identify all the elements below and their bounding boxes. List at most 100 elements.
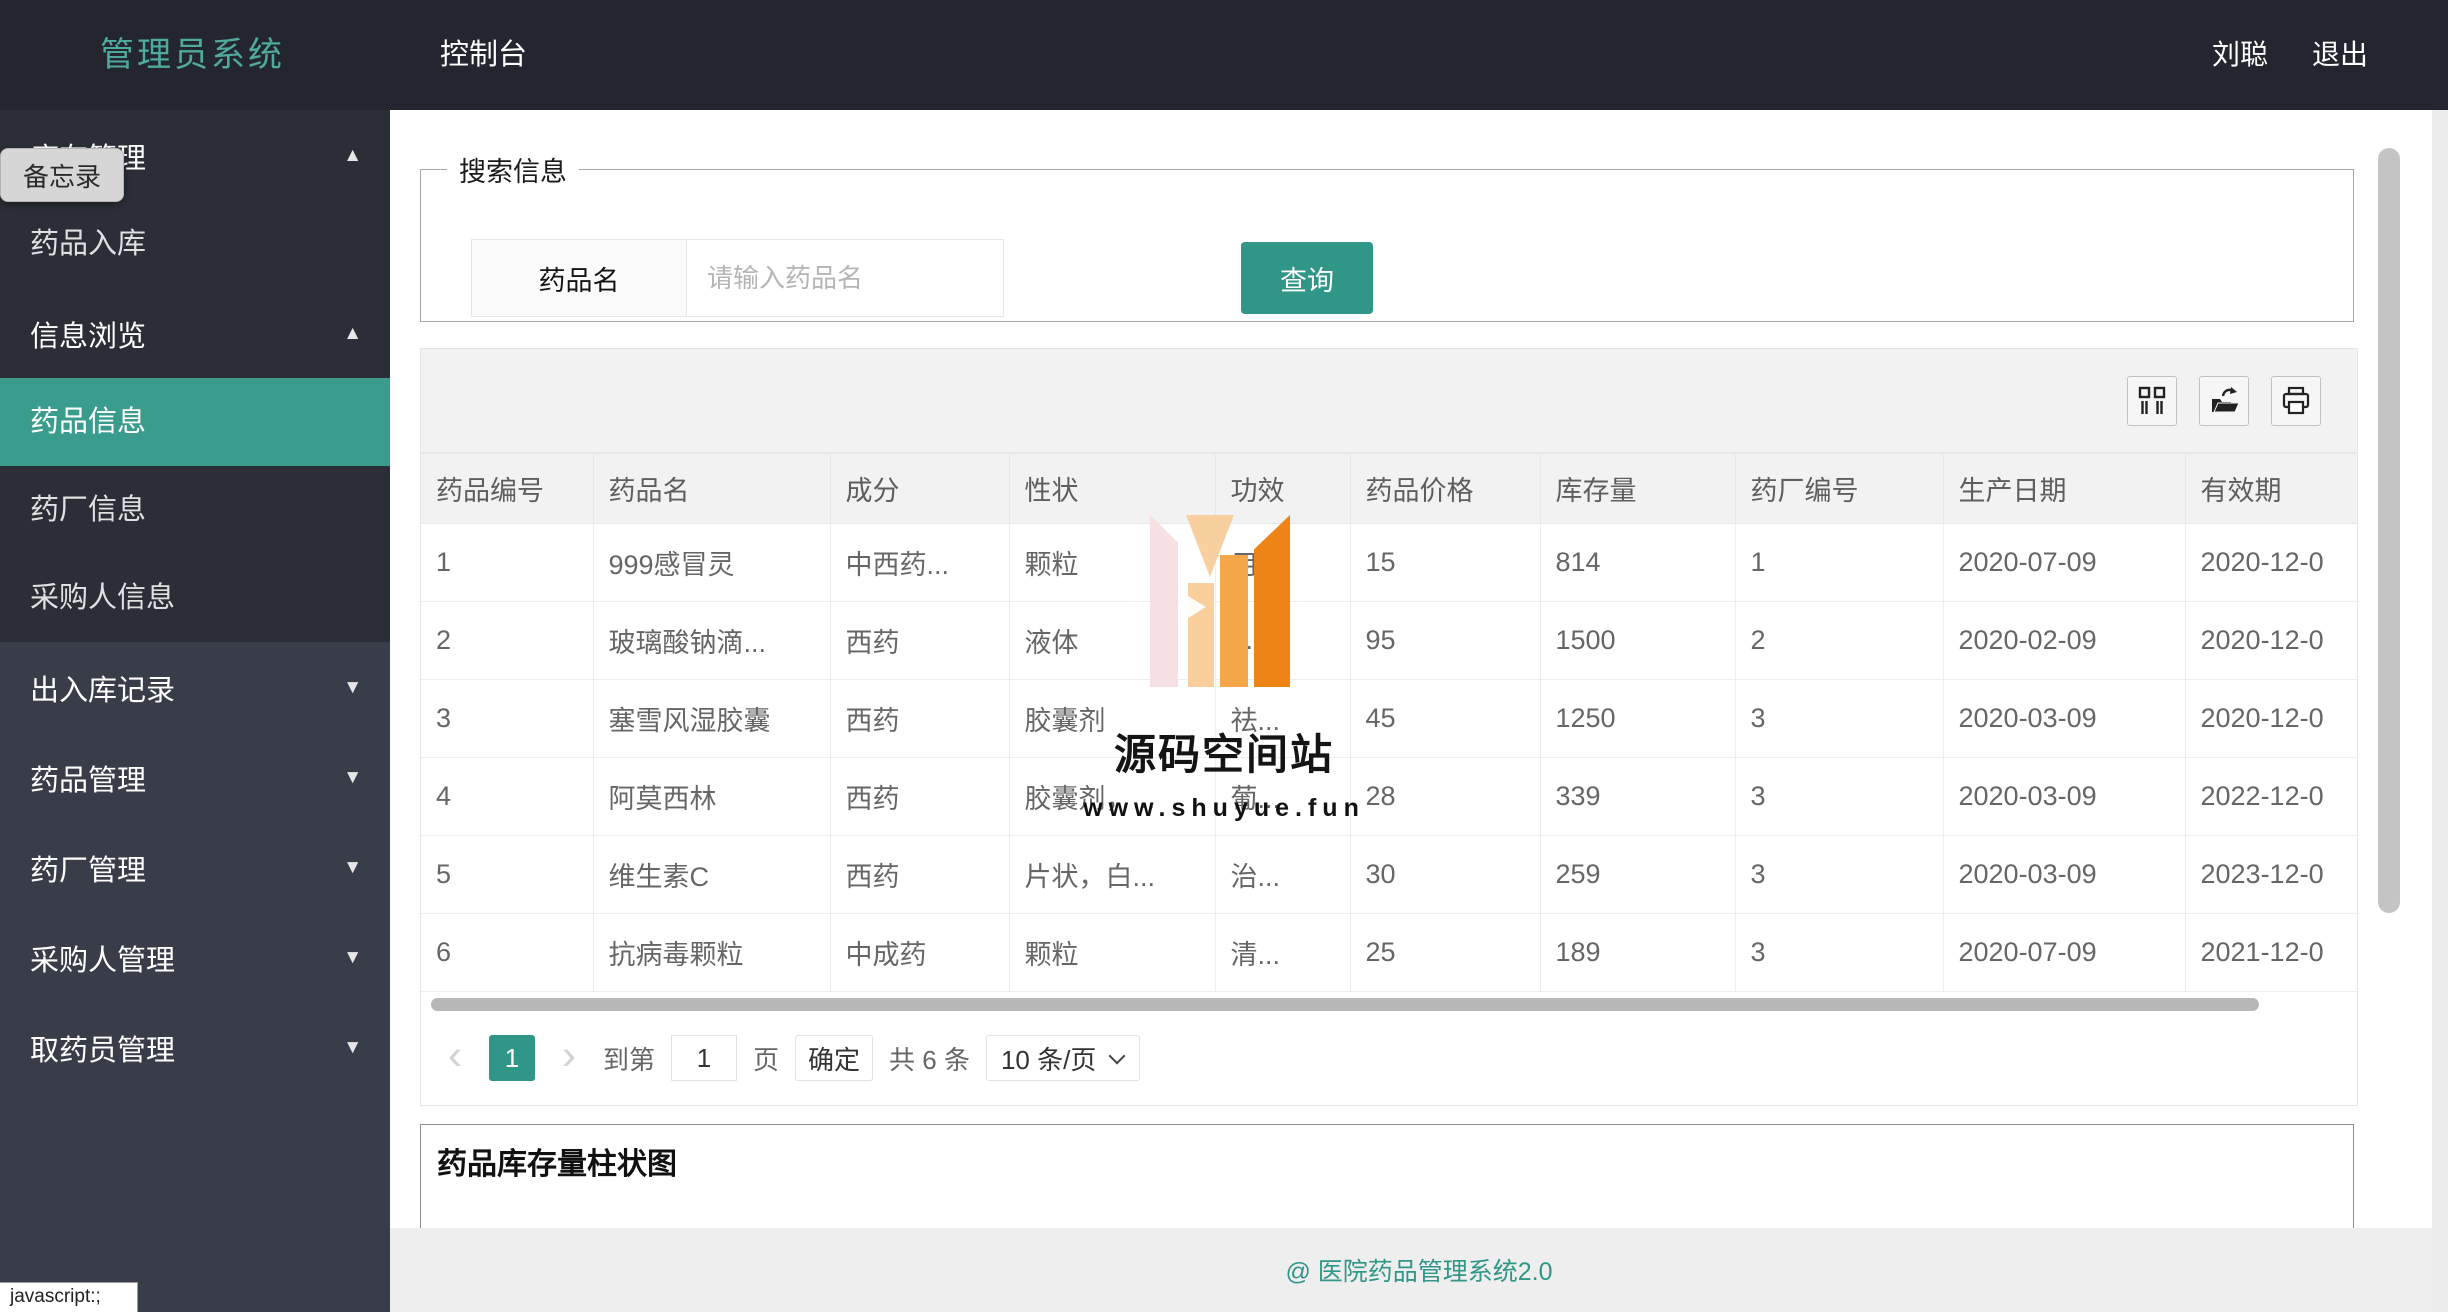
table-cell: 1 [421, 523, 594, 602]
table-cell: 15 [1350, 523, 1541, 602]
sidebar-item[interactable]: 采购人信息 [0, 554, 390, 642]
page-scrollbar-thumb[interactable] [2378, 148, 2400, 913]
chevron-down-icon: ▼ [343, 677, 362, 698]
page-size-select[interactable]: 10 条/页 [985, 1035, 1140, 1081]
sidebar-item[interactable]: 药品入库 [0, 200, 390, 288]
pagination-bar: ‹ 1 › 到第 页 确定 共 6 条 10 条/页 [421, 1016, 2357, 1100]
sidebar-item[interactable]: 药厂信息 [0, 466, 390, 554]
search-input[interactable] [686, 239, 1004, 317]
sidebar-group-label: 药厂管理 [30, 855, 147, 887]
sidebar-group-title[interactable]: 药厂管理 ▼ [0, 824, 390, 912]
table-cell: 阿莫西林 [593, 757, 831, 836]
table-cell: 西药 [830, 679, 1010, 758]
confirm-page-button[interactable]: 确定 [795, 1035, 874, 1081]
chevron-down-icon [1108, 1047, 1126, 1065]
table-cell: 中西药... [830, 523, 1010, 602]
top-header: 管理员系统 控制台 刘聪 退出 [0, 0, 2448, 110]
table-row: 6 抗病毒颗粒 中成药 颗粒 清... 25 189 3 2020-07-09 2021-12-0 [421, 913, 2357, 992]
main-content: 搜索信息 药品名 查询 [390, 110, 2448, 1312]
prev-page-button[interactable]: ‹ [437, 1031, 473, 1081]
sidebar-item[interactable]: 药品信息 [0, 378, 390, 466]
nav-console[interactable]: 控制台 [440, 0, 527, 110]
chart-panel-title: 药品库存量柱状图 [437, 1148, 677, 1181]
sidebar-group: 药厂管理 ▼ [0, 822, 390, 912]
table-cell: 玻璃酸钠滴... [593, 601, 831, 680]
columns-filter-button[interactable] [2127, 376, 2177, 426]
table-cell: 西药 [830, 757, 1010, 836]
search-field-label: 药品名 [471, 239, 687, 317]
column-header: 生产日期 [1942, 453, 2186, 524]
table-cell: 28 [1350, 757, 1541, 836]
table-cell: 西药 [830, 601, 1010, 680]
table-cell: 2020-07-09 [1943, 523, 2186, 602]
table-cell: 2 [1735, 601, 1944, 680]
column-header: 库存量 [1539, 453, 1736, 524]
table-cell: 2022-12-0 [2185, 757, 2357, 836]
goto-page-input[interactable] [671, 1035, 738, 1081]
page-scrollbar-track [2432, 110, 2448, 1312]
sidebar-group-title[interactable]: 取药员管理 ▼ [0, 1004, 390, 1092]
chart-panel: 药品库存量柱状图 [420, 1124, 2354, 1228]
table-cell: 抗病毒颗粒 [593, 913, 831, 992]
table-cell: 999感冒灵 [593, 523, 831, 602]
table-cell: 25 [1350, 913, 1541, 992]
table-row: 1 999感冒灵 中西药... 颗粒 用... 15 814 1 2020-07-09 2020-… [421, 523, 2357, 602]
app-logo[interactable]: 管理员系统 [100, 0, 285, 110]
table-cell: 2021-12-0 [2185, 913, 2357, 992]
logout-link[interactable]: 退出 [2312, 0, 2368, 110]
next-page-button[interactable]: › [551, 1031, 587, 1081]
column-header: 性状 [1008, 453, 1216, 524]
search-button[interactable]: 查询 [1241, 242, 1373, 314]
page-size-value: 10 条/页 [1000, 1044, 1097, 1075]
export-button[interactable] [2199, 376, 2249, 426]
table-cell: 45 [1350, 679, 1541, 758]
table-cell: 30 [1350, 835, 1541, 914]
table-cell: 3 [1735, 757, 1944, 836]
sidebar-group-title[interactable]: 药品管理 ▼ [0, 734, 390, 822]
sidebar-group: 药品管理 ▼ [0, 732, 390, 822]
table-cell: 95 [1350, 601, 1541, 680]
table-row: 4 阿莫西林 西药 胶囊剂，... 葡... 28 339 3 2020-03-09 2022-1… [421, 757, 2357, 836]
table-cell: 用... [1215, 523, 1351, 602]
sidebar-group-title[interactable]: 采购人管理 ▼ [0, 914, 390, 1002]
table-cell: 3 [421, 679, 594, 758]
table-cell: 2020-12-0 [2185, 523, 2357, 602]
table-cell: 4 [421, 757, 594, 836]
table-cell: 片状，白... [1009, 835, 1216, 914]
table-cell: 2020-03-09 [1943, 679, 2186, 758]
column-header: 成分 [829, 453, 1010, 524]
table-cell: 中成药 [830, 913, 1010, 992]
table-row: 3 塞雪风湿胶囊 西药 胶囊剂 祛... 45 1250 3 2020-03-09 2020-12… [421, 679, 2357, 758]
print-button[interactable] [2271, 376, 2321, 426]
hover-tooltip: 备忘录 [0, 148, 124, 202]
current-page-button[interactable]: 1 [489, 1035, 535, 1081]
table-header-row: 药品编号 药品名 成分 性状 功效 药品价格 库存量 药厂编号 生产日期 有效期 [421, 453, 2357, 524]
column-header: 药品价格 [1349, 453, 1541, 524]
sidebar-group: 采购人管理 ▼ [0, 912, 390, 1002]
table-cell: 液体 [1009, 601, 1216, 680]
chevron-down-icon: ▼ [343, 1037, 362, 1058]
table-cell: 葡... [1215, 757, 1351, 836]
table-cell: 259 [1540, 835, 1736, 914]
table-cell: 2023-12-0 [2185, 835, 2357, 914]
table-card: 药品编号 药品名 成分 性状 功效 药品价格 库存量 药厂编号 生产日期 有效期 1 999感冒灵 中西… [420, 348, 2358, 1106]
table-row: 5 维生素C 西药 片状，白... 治... 30 259 3 2020-03-09 2023-1… [421, 835, 2357, 914]
chevron-down-icon: ▼ [343, 947, 362, 968]
column-header: 有效期 [2184, 453, 2357, 524]
table-cell: 814 [1540, 523, 1736, 602]
current-user[interactable]: 刘聪 [2212, 0, 2268, 110]
table-cell: 颗粒 [1009, 523, 1216, 602]
footer-text: @ 医院药品管理系统2.0 [1285, 1258, 1553, 1286]
table-cell: 胶囊剂，... [1009, 757, 1216, 836]
sidebar-nav: 备忘录 库存管理▲药品入库信息浏览▲药品信息药厂信息采购人信息出入库记录▼药品管… [0, 110, 390, 1312]
goto-prefix-label: 到第 [603, 1044, 656, 1075]
horizontal-scrollbar-thumb[interactable] [431, 998, 2259, 1011]
column-header: 药厂编号 [1734, 453, 1944, 524]
sidebar-group-title[interactable]: 出入库记录 ▼ [0, 644, 390, 732]
sidebar-group-title[interactable]: 信息浏览 ▲ [0, 290, 390, 378]
export-icon [2208, 385, 2240, 417]
table-cell: 3 [1735, 679, 1944, 758]
table-cell: 1 [1735, 523, 1944, 602]
sidebar-group: 取药员管理 ▼ [0, 1002, 390, 1092]
goto-suffix-label: 页 [753, 1044, 780, 1075]
